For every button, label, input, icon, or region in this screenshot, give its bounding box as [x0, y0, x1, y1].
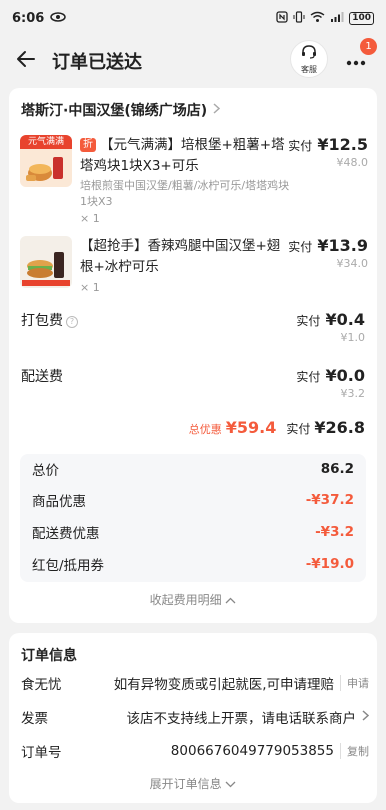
total-discount-label: 总优惠 — [188, 423, 222, 436]
total-paid-label: 实付 — [286, 422, 311, 436]
summary-value: -¥3.2 — [315, 524, 354, 540]
order-info-title: 订单信息 — [21, 648, 77, 664]
chevron-right-icon — [362, 709, 370, 725]
customer-service-button[interactable]: 客服 — [290, 40, 328, 78]
item-title-text: 【元气满满】培根堡+粗薯+塔塔鸡块1块X3+可乐 — [80, 137, 285, 174]
price-summary: 总价 86.2 商品优惠 -¥37.2 配送费优惠 -¥3.2 红包/抵用券 -… — [20, 454, 366, 582]
delivery-fee-row: 配送费 实付 ¥0.0 ¥3.2 — [21, 366, 365, 406]
paid-amount: ¥13.9 — [317, 236, 368, 255]
status-time: 6:06 — [12, 10, 45, 26]
collapse-fee-details-button[interactable]: 收起费用明细 — [9, 591, 377, 608]
paid-amount: ¥0.4 — [325, 310, 365, 329]
order-item[interactable]: 元气满满 折【元气满满】培根堡+粗薯+塔塔鸡块1块X3+可乐 培根煎蛋中国汉堡/… — [20, 135, 368, 225]
summary-value: -¥19.0 — [305, 556, 354, 572]
order-number: 8006676049779053855 — [170, 743, 334, 759]
order-items-card: 塔斯汀·中国汉堡(锦绣广场店) 元气满满 折【元气满满】培根堡+粗薯+塔塔鸡块1… — [9, 88, 377, 623]
summary-row: 商品优惠 -¥37.2 — [32, 485, 354, 515]
paid-label: 实付 — [288, 139, 313, 153]
expand-order-info-button[interactable]: 展开订单信息 — [9, 775, 377, 792]
paid-amount: ¥0.0 — [325, 366, 365, 385]
chevron-down-icon — [225, 777, 236, 791]
status-bar: 6:06 100 — [0, 0, 386, 36]
original-price: ¥34.0 — [336, 257, 369, 270]
info-key: 订单号 — [21, 745, 62, 761]
item-title: 折【元气满满】培根堡+粗薯+塔塔鸡块1块X3+可乐 — [80, 135, 290, 177]
fee-price: 实付 ¥0.4 ¥1.0 — [296, 310, 365, 344]
info-key: 食无忧 — [21, 677, 62, 693]
back-button[interactable] — [4, 39, 48, 83]
signal-icon — [330, 11, 344, 26]
summary-label: 配送费优惠 — [32, 526, 100, 542]
summary-value: 86.2 — [320, 461, 354, 477]
packing-fee-row: 打包费? 实付 ¥0.4 ¥1.0 — [21, 310, 365, 350]
item-price: 实付 ¥13.9 ¥34.0 — [288, 236, 368, 270]
collapse-label: 收起费用明细 — [149, 593, 222, 607]
apply-button[interactable]: 申请 — [340, 675, 369, 691]
original-price: ¥1.0 — [340, 331, 366, 344]
item-quantity: × 1 — [80, 281, 100, 294]
arrow-left-icon — [16, 49, 36, 73]
paid-label: 实付 — [296, 370, 321, 384]
store-link[interactable]: 塔斯汀·中国汉堡(锦绣广场店) — [21, 100, 221, 120]
paid-label: 实付 — [288, 240, 313, 254]
wifi-icon — [310, 11, 325, 26]
original-price: ¥3.2 — [340, 387, 366, 400]
headset-icon — [301, 44, 317, 63]
item-thumbnail — [20, 236, 72, 288]
summary-label: 商品优惠 — [32, 494, 86, 510]
invoice-row[interactable]: 发票 该店不支持线上开票，请电话联系商户 — [21, 705, 370, 729]
info-value: 该店不支持线上开票，请电话联系商户 — [126, 711, 357, 727]
item-quantity: × 1 — [80, 212, 100, 225]
info-key: 发票 — [21, 711, 48, 727]
fee-label: 打包费 — [21, 313, 63, 329]
fee-price: 实付 ¥0.0 ¥3.2 — [296, 366, 365, 400]
order-item[interactable]: 【超抢手】香辣鸡腿中国汉堡+翅根+冰柠可乐 × 1 实付 ¥13.9 ¥34.0 — [20, 236, 368, 296]
help-icon[interactable]: ? — [66, 316, 78, 328]
page-title: 订单已送达 — [52, 52, 142, 73]
total-paid-amount: ¥26.8 — [314, 418, 365, 437]
total-discount-amount: ¥59.4 — [225, 418, 277, 437]
summary-label: 红包/抵用券 — [32, 558, 105, 574]
paid-label: 实付 — [296, 314, 321, 328]
store-name: 塔斯汀·中国汉堡(锦绣广场店) — [21, 103, 208, 119]
vibrate-icon — [293, 10, 305, 26]
summary-label: 总价 — [32, 463, 59, 479]
order-number-row: 订单号 8006676049779053855 复制 — [21, 739, 369, 763]
paid-amount: ¥12.5 — [317, 135, 368, 154]
food-safety-row[interactable]: 食无忧 如有异物变质或引起就医,可申请理赔 申请 — [21, 671, 369, 695]
original-price: ¥48.0 — [336, 156, 369, 169]
item-title-text: 【超抢手】香辣鸡腿中国汉堡+翅根+冰柠可乐 — [80, 238, 281, 275]
summary-row: 红包/抵用券 -¥19.0 — [32, 549, 354, 579]
chevron-right-icon — [213, 102, 221, 118]
summary-row: 配送费优惠 -¥3.2 — [32, 517, 354, 547]
battery-icon: 100 — [349, 11, 374, 25]
fee-label: 配送费 — [21, 369, 63, 385]
copy-button[interactable]: 复制 — [340, 743, 369, 759]
expand-label: 展开订单信息 — [149, 777, 222, 791]
customer-service-label: 客服 — [301, 64, 317, 74]
item-price: 实付 ¥12.5 ¥48.0 — [288, 135, 368, 169]
nav-bar: 订单已送达 客服 1 — [0, 36, 386, 86]
notification-badge: 1 — [360, 38, 377, 55]
item-title: 【超抢手】香辣鸡腿中国汉堡+翅根+冰柠可乐 — [80, 236, 290, 278]
item-thumbnail: 元气满满 — [20, 135, 72, 187]
totals-row: 总优惠 ¥59.4 实付 ¥26.8 — [189, 418, 365, 437]
eye-icon — [50, 11, 67, 26]
item-subtitle: 培根煎蛋中国汉堡/粗薯/冰柠可乐/塔塔鸡块1块X3 — [80, 179, 290, 208]
order-info-card: 订单信息 食无忧 如有异物变质或引起就医,可申请理赔 申请 发票 该店不支持线上… — [9, 633, 377, 803]
info-value: 如有异物变质或引起就医,可申请理赔 — [113, 677, 334, 693]
summary-row: 总价 86.2 — [32, 454, 354, 484]
discount-tag: 折 — [80, 138, 96, 152]
battery-level: 100 — [352, 13, 371, 23]
chevron-up-icon — [225, 593, 236, 607]
summary-value: -¥37.2 — [305, 492, 354, 508]
nfc-icon — [276, 10, 288, 26]
